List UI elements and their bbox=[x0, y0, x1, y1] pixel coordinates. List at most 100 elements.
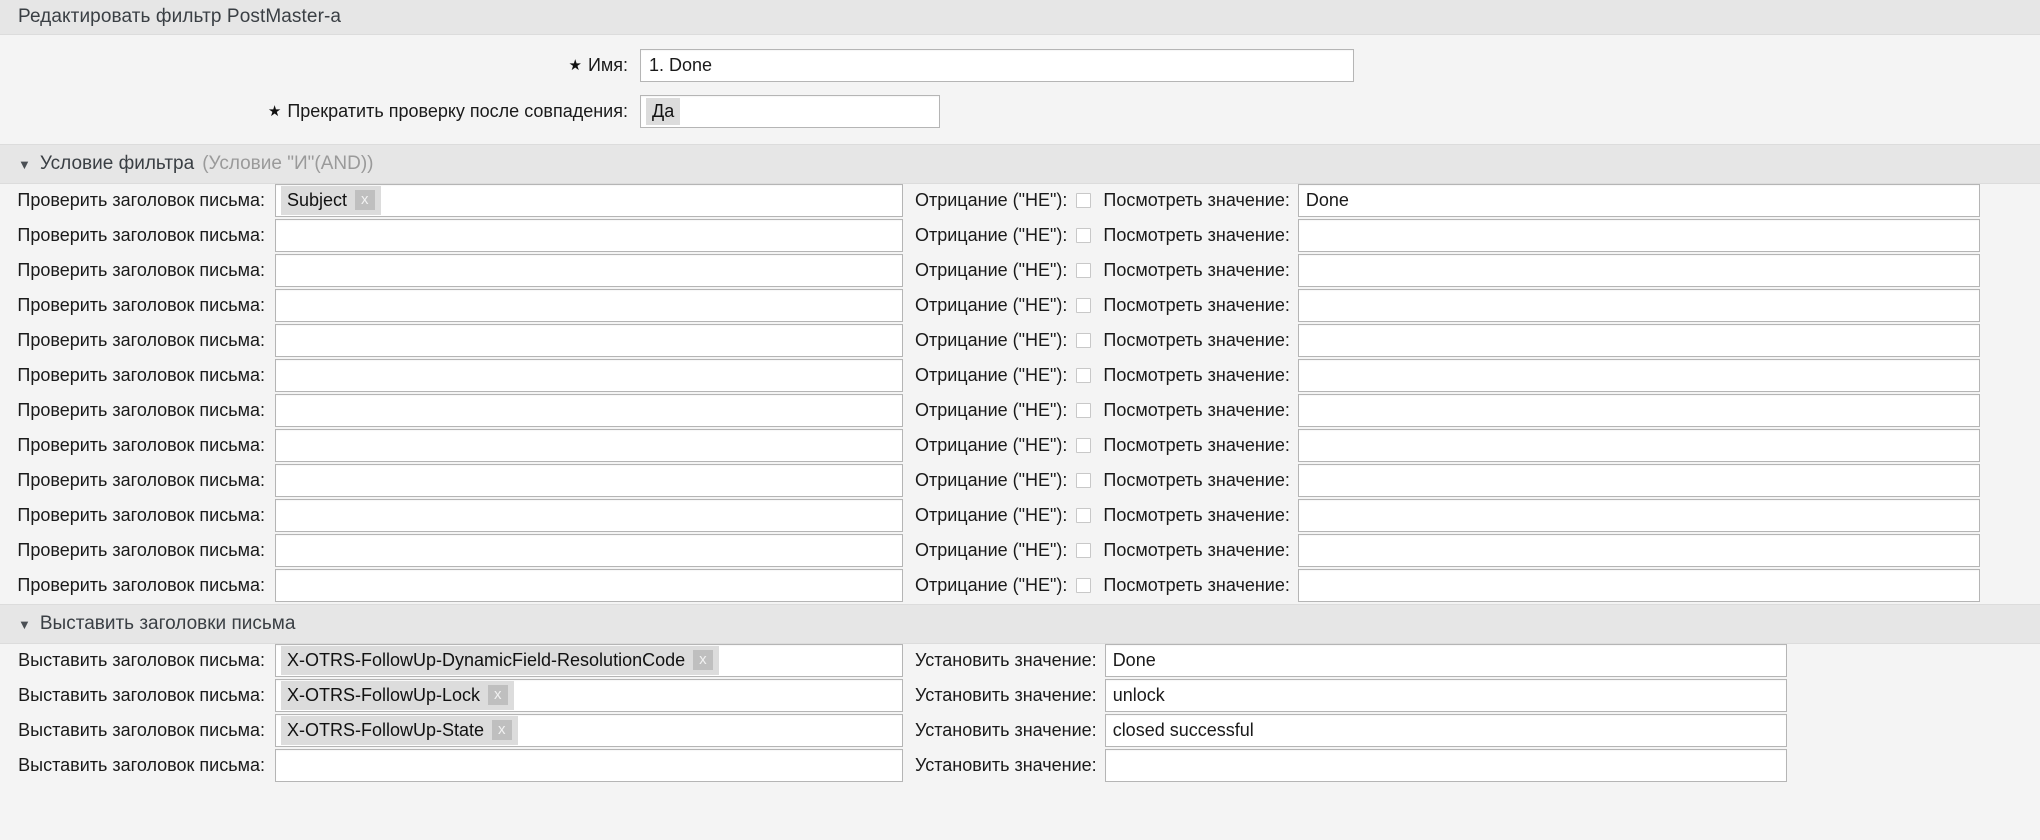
match-value-input[interactable] bbox=[1297, 534, 1980, 567]
match-value-input[interactable] bbox=[1297, 499, 1980, 532]
match-value-label: Посмотреть значение: bbox=[1103, 400, 1290, 420]
set-header-label: Выставить заголовок письма: bbox=[18, 755, 265, 775]
selected-header-chip: X-OTRS-FollowUp-DynamicField-ResolutionC… bbox=[281, 646, 719, 675]
remove-chip-icon[interactable]: x bbox=[355, 190, 375, 210]
set-header-select[interactable]: X-OTRS-FollowUp-Lock x bbox=[275, 679, 903, 712]
filter-header-label: Проверить заголовок письма: bbox=[17, 400, 265, 420]
selected-header-label: X-OTRS-FollowUp-Lock bbox=[287, 685, 481, 705]
set-header-select[interactable]: X-OTRS-FollowUp-State x bbox=[275, 714, 903, 747]
set-header-select[interactable]: X-OTRS-FollowUp-DynamicField-ResolutionC… bbox=[275, 644, 903, 677]
set-value-label: Установить значение: bbox=[915, 720, 1097, 740]
filter-header-select[interactable]: Subject x bbox=[275, 184, 903, 217]
set-value-input[interactable]: unlock bbox=[1104, 679, 1787, 712]
set-headers-title: Выставить заголовки письма bbox=[39, 613, 296, 634]
filter-condition-row: Проверить заголовок письма: Отрицание ("Н… bbox=[0, 499, 2040, 534]
negate-checkbox[interactable] bbox=[1076, 543, 1092, 558]
negate-checkbox[interactable] bbox=[1076, 298, 1092, 313]
filter-condition-row: Проверить заголовок письма: Отрицание ("Н… bbox=[0, 219, 2040, 254]
filter-header-select[interactable] bbox=[275, 464, 903, 497]
negate-checkbox[interactable] bbox=[1076, 368, 1092, 383]
set-headers-section-header[interactable]: ▼ Выставить заголовки письма bbox=[0, 604, 2040, 644]
negate-label: Отрицание ("НЕ"): bbox=[915, 435, 1068, 455]
remove-chip-icon[interactable]: x bbox=[693, 650, 713, 670]
filter-header-select[interactable] bbox=[275, 534, 903, 567]
filter-header-select[interactable] bbox=[275, 429, 903, 462]
set-value-input[interactable] bbox=[1104, 749, 1787, 782]
filter-header-label: Проверить заголовок письма: bbox=[17, 365, 265, 385]
negate-label: Отрицание ("НЕ"): bbox=[915, 190, 1068, 210]
set-header-row: Выставить заголовок письма: X-OTRS-Follow… bbox=[0, 714, 2040, 749]
filter-header-select[interactable] bbox=[275, 289, 903, 322]
selected-header-label: X-OTRS-FollowUp-DynamicField-ResolutionC… bbox=[287, 650, 686, 670]
filter-header-label: Проверить заголовок письма: bbox=[17, 330, 265, 350]
negate-checkbox[interactable] bbox=[1076, 508, 1092, 523]
selected-option-label: Да bbox=[652, 101, 675, 121]
set-value-input[interactable]: Done bbox=[1104, 644, 1787, 677]
match-value-input[interactable] bbox=[1297, 289, 1980, 322]
filter-condition-row: Проверить заголовок письма: Отрицание ("Н… bbox=[0, 289, 2040, 324]
page-title: Редактировать фильтр PostMaster-a bbox=[18, 6, 342, 27]
filter-condition-section-header[interactable]: ▼ Условие фильтра (Условие "И"(AND)) bbox=[0, 144, 2040, 184]
selected-option-chip: Да bbox=[646, 98, 681, 125]
negate-checkbox[interactable] bbox=[1076, 333, 1092, 348]
set-header-select[interactable] bbox=[275, 749, 903, 782]
filter-condition-rows: Проверить заголовок письма: Subject x Отриц… bbox=[0, 184, 2040, 604]
remove-chip-icon[interactable]: x bbox=[492, 720, 512, 740]
negate-checkbox[interactable] bbox=[1076, 228, 1092, 243]
filter-condition-row: Проверить заголовок письма: Отрицание ("Н… bbox=[0, 359, 2040, 394]
negate-checkbox[interactable] bbox=[1076, 438, 1092, 453]
match-value-input[interactable] bbox=[1297, 464, 1980, 497]
negate-label: Отрицание ("НЕ"): bbox=[915, 470, 1068, 490]
negate-checkbox[interactable] bbox=[1076, 263, 1092, 278]
filter-header-select[interactable] bbox=[275, 219, 903, 252]
match-value-input[interactable] bbox=[1297, 359, 1980, 392]
negate-label: Отрицание ("НЕ"): bbox=[915, 225, 1068, 245]
set-value-input[interactable]: closed successful bbox=[1104, 714, 1787, 747]
top-form: ★ Имя: 1. Done ★ Прекратить проверку после… bbox=[0, 35, 2040, 144]
filter-header-label: Проверить заголовок письма: bbox=[17, 295, 265, 315]
selected-header-chip: X-OTRS-FollowUp-Lock x bbox=[281, 681, 514, 710]
filter-condition-row: Проверить заголовок письма: Отрицание ("Н… bbox=[0, 429, 2040, 464]
set-header-row: Выставить заголовок письма: Установить зн… bbox=[0, 749, 2040, 784]
filter-header-select[interactable] bbox=[275, 499, 903, 532]
selected-header-chip: X-OTRS-FollowUp-State x bbox=[281, 716, 518, 745]
match-value-input[interactable] bbox=[1297, 394, 1980, 427]
filter-header-select[interactable] bbox=[275, 359, 903, 392]
match-value-input[interactable] bbox=[1297, 324, 1980, 357]
negate-label: Отрицание ("НЕ"): bbox=[915, 365, 1068, 385]
negate-label: Отрицание ("НЕ"): bbox=[915, 260, 1068, 280]
negate-label: Отрицание ("НЕ"): bbox=[915, 330, 1068, 350]
filter-header-select[interactable] bbox=[275, 324, 903, 357]
match-value-label: Посмотреть значение: bbox=[1103, 365, 1290, 385]
selected-header-label: X-OTRS-FollowUp-State bbox=[287, 720, 485, 740]
filter-header-label: Проверить заголовок письма: bbox=[17, 505, 265, 525]
filter-header-label: Проверить заголовок письма: bbox=[17, 190, 265, 210]
match-value-label: Посмотреть значение: bbox=[1103, 540, 1290, 560]
negate-checkbox[interactable] bbox=[1076, 403, 1092, 418]
match-value-label: Посмотреть значение: bbox=[1103, 295, 1290, 315]
match-value-label: Посмотреть значение: bbox=[1103, 260, 1290, 280]
filter-header-select[interactable] bbox=[275, 569, 903, 602]
stop-after-match-form-row: ★ Прекратить проверку после совпадения: Д… bbox=[0, 95, 2040, 128]
set-header-label: Выставить заголовок письма: bbox=[18, 685, 265, 705]
filter-header-label: Проверить заголовок письма: bbox=[17, 575, 265, 595]
match-value-input[interactable]: Done bbox=[1297, 184, 1980, 217]
negate-checkbox[interactable] bbox=[1076, 473, 1092, 488]
name-input[interactable]: 1. Done bbox=[640, 49, 1354, 82]
match-value-input[interactable] bbox=[1297, 254, 1980, 287]
negate-checkbox[interactable] bbox=[1076, 193, 1092, 208]
match-value-label: Посмотреть значение: bbox=[1103, 225, 1290, 245]
set-value-label: Установить значение: bbox=[915, 755, 1097, 775]
match-value-label: Посмотреть значение: bbox=[1103, 435, 1290, 455]
negate-label: Отрицание ("НЕ"): bbox=[915, 295, 1068, 315]
filter-header-select[interactable] bbox=[275, 254, 903, 287]
match-value-input[interactable] bbox=[1297, 429, 1980, 462]
filter-condition-row: Проверить заголовок письма: Отрицание ("Н… bbox=[0, 324, 2040, 359]
match-value-input[interactable] bbox=[1297, 219, 1980, 252]
negate-checkbox[interactable] bbox=[1076, 578, 1092, 593]
remove-chip-icon[interactable]: x bbox=[488, 685, 508, 705]
stop-after-match-select[interactable]: Да bbox=[640, 95, 940, 128]
chevron-down-icon: ▼ bbox=[18, 616, 31, 632]
filter-header-select[interactable] bbox=[275, 394, 903, 427]
match-value-input[interactable] bbox=[1297, 569, 1980, 602]
